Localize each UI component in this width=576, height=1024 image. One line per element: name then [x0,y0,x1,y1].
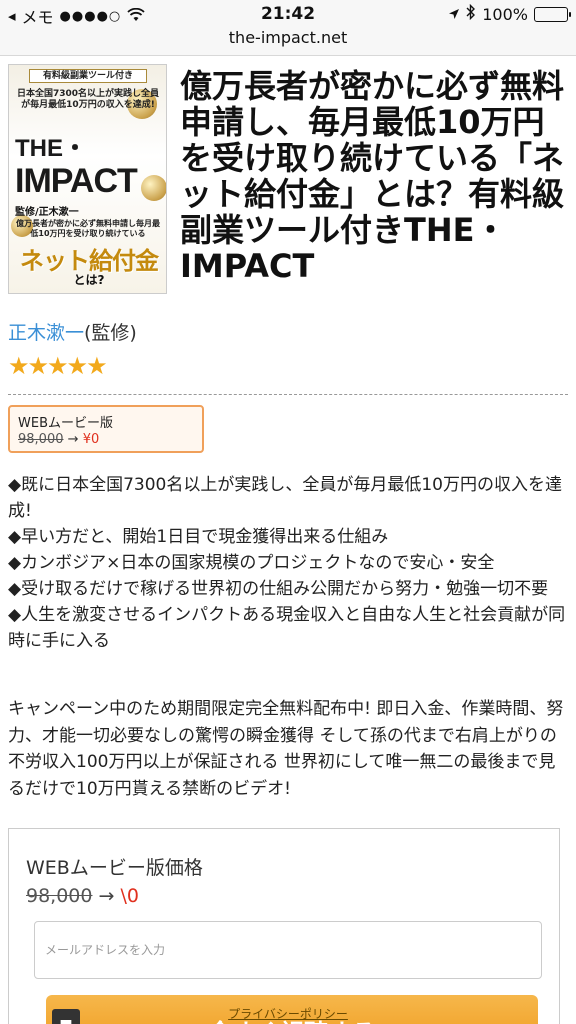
author-link[interactable]: 正木漱一 [8,322,84,344]
author-line: 正木漱一(監修) [8,318,137,345]
address-bar[interactable]: the-impact.net [0,30,576,56]
feature-item: ◆人生を激変させるインパクトある現金収入と自由な人生と社会貢献が同時に手に入る [8,605,566,651]
original-price: 98,000 [18,432,64,447]
cover-sub-text: 億万長者が密かに必ず無料申請し毎月最低10万円を受け取り続けている [16,219,160,238]
rating-stars: ★★★★★ [8,352,108,380]
price-option-label: WEBムービー版 [18,416,113,431]
form-sale-price: \0 [120,885,140,907]
status-bar-right: 100% [448,3,571,24]
battery-icon [534,6,571,22]
price-option-box[interactable]: WEBムービー版 98,000 → ¥0 [8,405,204,453]
status-bar: ◂ メモ ●●●●○ 21:42 100% [0,0,576,30]
privacy-policy-link[interactable]: プライバシーポリシー [0,1005,576,1022]
email-input[interactable] [34,921,542,979]
feature-item: ◆既に日本全国7300名以上が実践し、全員が毎月最低10万円の収入を達成! [8,475,562,521]
cover-supervisor: 監修/正木漱一 [15,207,79,218]
signup-form-card: WEBムービー版価格 98,000 → \0 ⬒ 今すぐ視聴する [8,828,560,1024]
price-option-price: 98,000 → ¥0 [18,432,194,447]
cover-title: THE・ IMPACT [15,133,165,200]
price-arrow: → [67,432,79,447]
form-price-arrow: → [98,885,115,907]
bluetooth-icon [466,3,476,24]
product-title: 億万長者が密かに必ず無料申請し、毎月最低10万円を受け取り続けている「ネット給付… [180,67,565,285]
cover-title-line1: THE・ [15,135,87,162]
form-price-label: WEBムービー版価格 [26,857,203,879]
url-domain[interactable]: the-impact.net [229,28,347,47]
author-role: (監修) [84,322,137,344]
cover-tail-text: とは? [73,273,105,287]
feature-list: ◆既に日本全国7300名以上が実践し、全員が毎月最低10万円の収入を達成! ◆早… [8,472,568,654]
location-arrow-icon [448,5,460,24]
form-original-price: 98,000 [26,885,93,907]
cover-banner: 有料級副業ツール付き [29,69,147,83]
product-cover-image[interactable]: 有料級副業ツール付き 日本全国7300名以上が実践し全員が毎月最低10万円の収入… [8,64,167,294]
cover-title-line2: IMPACT [15,162,138,200]
campaign-description: キャンペーン中のため期間限定完全無料配布中! 即日入金、作業時間、努力、才能一切… [8,699,564,799]
feature-item: ◆受け取るだけで稼げる世界初の仕組み公開だから努力・勉強一切不要 [8,579,549,599]
sale-price: ¥0 [82,432,100,447]
battery-percent: 100% [482,4,528,24]
feature-item: ◆カンボジア×日本の国家規模のプロジェクトなので安心・安全 [8,553,495,573]
feature-item: ◆早い方だと、開始1日目で現金獲得出来る仕組み [8,527,389,547]
form-price: 98,000 → \0 [26,885,139,907]
dashed-divider [8,394,568,395]
cover-lead-text: 日本全国7300名以上が実践し全員が毎月最低10万円の収入を達成! [16,89,160,110]
